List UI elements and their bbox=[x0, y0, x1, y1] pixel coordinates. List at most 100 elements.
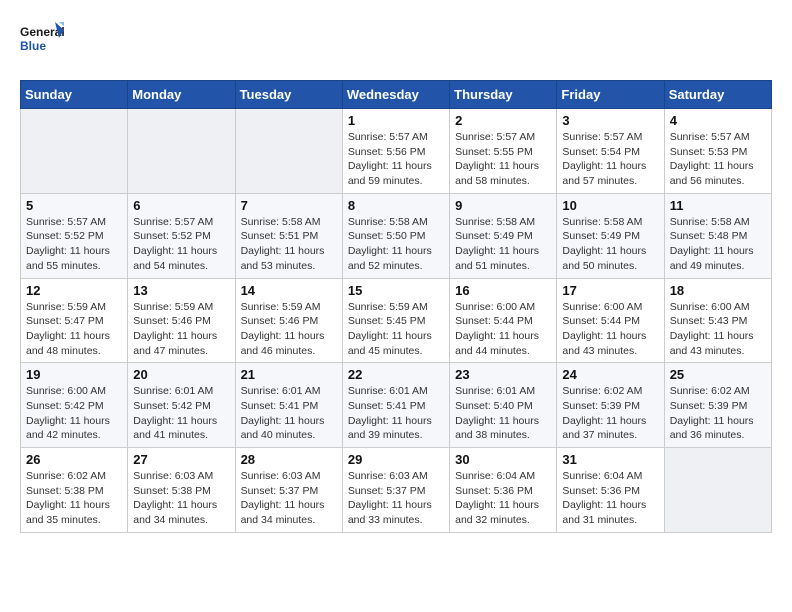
day-cell: 21 Sunrise: 6:01 AM Sunset: 5:41 PM Dayli… bbox=[235, 363, 342, 448]
day-cell: 1Sunrise: 5:57 AM Sunset: 5:56 PM Daylig… bbox=[342, 109, 449, 194]
day-info: Sunrise: 6:03 AM Sunset: 5:37 PM Dayligh… bbox=[241, 469, 337, 528]
day-number: 9 bbox=[455, 198, 551, 213]
day-number: 24 bbox=[562, 367, 658, 382]
day-info: Sunrise: 5:57 AM Sunset: 5:55 PM Dayligh… bbox=[455, 130, 551, 189]
day-cell: 17 Sunrise: 6:00 AM Sunset: 5:44 PM Dayli… bbox=[557, 278, 664, 363]
day-header-sunday: Sunday bbox=[21, 81, 128, 109]
day-cell: 27 Sunrise: 6:03 AM Sunset: 5:38 PM Dayli… bbox=[128, 448, 235, 533]
day-header-friday: Friday bbox=[557, 81, 664, 109]
day-cell: 16 Sunrise: 6:00 AM Sunset: 5:44 PM Dayli… bbox=[450, 278, 557, 363]
day-cell: 9 Sunrise: 5:58 AM Sunset: 5:49 PM Daylig… bbox=[450, 193, 557, 278]
day-info: Sunrise: 6:02 AM Sunset: 5:39 PM Dayligh… bbox=[562, 384, 658, 443]
day-cell: 14Sunrise: 5:59 AM Sunset: 5:46 PM Dayli… bbox=[235, 278, 342, 363]
day-cell: 22 Sunrise: 6:01 AM Sunset: 5:41 PM Dayli… bbox=[342, 363, 449, 448]
day-cell: 26 Sunrise: 6:02 AM Sunset: 5:38 PM Dayli… bbox=[21, 448, 128, 533]
day-info: Sunrise: 6:00 AM Sunset: 5:42 PM Dayligh… bbox=[26, 384, 122, 443]
day-info: Sunrise: 5:59 AM Sunset: 5:46 PM Dayligh… bbox=[241, 300, 337, 359]
day-cell bbox=[21, 109, 128, 194]
day-info: Sunrise: 5:58 AM Sunset: 5:51 PM Dayligh… bbox=[241, 215, 337, 274]
day-cell: 20 Sunrise: 6:01 AM Sunset: 5:42 PM Dayli… bbox=[128, 363, 235, 448]
day-info: Sunrise: 5:59 AM Sunset: 5:46 PM Dayligh… bbox=[133, 300, 229, 359]
day-number: 26 bbox=[26, 452, 122, 467]
week-row-2: 5Sunrise: 5:57 AM Sunset: 5:52 PM Daylig… bbox=[21, 193, 772, 278]
day-info: Sunrise: 5:57 AM Sunset: 5:52 PM Dayligh… bbox=[133, 215, 229, 274]
day-number: 12 bbox=[26, 283, 122, 298]
page-header: General Blue bbox=[20, 20, 772, 64]
day-number: 2 bbox=[455, 113, 551, 128]
day-cell: 25 Sunrise: 6:02 AM Sunset: 5:39 PM Dayli… bbox=[664, 363, 771, 448]
day-info: Sunrise: 6:00 AM Sunset: 5:44 PM Dayligh… bbox=[455, 300, 551, 359]
day-number: 20 bbox=[133, 367, 229, 382]
day-cell: 7 Sunrise: 5:58 AM Sunset: 5:51 PM Daylig… bbox=[235, 193, 342, 278]
day-info: Sunrise: 6:01 AM Sunset: 5:40 PM Dayligh… bbox=[455, 384, 551, 443]
day-info: Sunrise: 6:03 AM Sunset: 5:38 PM Dayligh… bbox=[133, 469, 229, 528]
day-info: Sunrise: 5:59 AM Sunset: 5:45 PM Dayligh… bbox=[348, 300, 444, 359]
day-cell: 23 Sunrise: 6:01 AM Sunset: 5:40 PM Dayli… bbox=[450, 363, 557, 448]
day-number: 4 bbox=[670, 113, 766, 128]
day-info: Sunrise: 5:59 AM Sunset: 5:47 PM Dayligh… bbox=[26, 300, 122, 359]
day-header-tuesday: Tuesday bbox=[235, 81, 342, 109]
day-info: Sunrise: 5:57 AM Sunset: 5:52 PM Dayligh… bbox=[26, 215, 122, 274]
week-row-5: 26 Sunrise: 6:02 AM Sunset: 5:38 PM Dayli… bbox=[21, 448, 772, 533]
day-number: 10 bbox=[562, 198, 658, 213]
day-info: Sunrise: 6:03 AM Sunset: 5:37 PM Dayligh… bbox=[348, 469, 444, 528]
svg-text:Blue: Blue bbox=[20, 39, 46, 53]
day-info: Sunrise: 6:02 AM Sunset: 5:39 PM Dayligh… bbox=[670, 384, 766, 443]
day-info: Sunrise: 6:01 AM Sunset: 5:41 PM Dayligh… bbox=[241, 384, 337, 443]
day-info: Sunrise: 5:58 AM Sunset: 5:49 PM Dayligh… bbox=[562, 215, 658, 274]
week-row-1: 1Sunrise: 5:57 AM Sunset: 5:56 PM Daylig… bbox=[21, 109, 772, 194]
day-number: 23 bbox=[455, 367, 551, 382]
logo-svg: General Blue bbox=[20, 20, 64, 64]
day-number: 18 bbox=[670, 283, 766, 298]
day-number: 21 bbox=[241, 367, 337, 382]
day-info: Sunrise: 6:02 AM Sunset: 5:38 PM Dayligh… bbox=[26, 469, 122, 528]
day-cell: 6Sunrise: 5:57 AM Sunset: 5:52 PM Daylig… bbox=[128, 193, 235, 278]
day-cell: 11 Sunrise: 5:58 AM Sunset: 5:48 PM Dayli… bbox=[664, 193, 771, 278]
day-number: 27 bbox=[133, 452, 229, 467]
day-info: Sunrise: 6:01 AM Sunset: 5:42 PM Dayligh… bbox=[133, 384, 229, 443]
day-cell: 29 Sunrise: 6:03 AM Sunset: 5:37 PM Dayli… bbox=[342, 448, 449, 533]
day-number: 16 bbox=[455, 283, 551, 298]
week-row-3: 12 Sunrise: 5:59 AM Sunset: 5:47 PM Dayli… bbox=[21, 278, 772, 363]
day-cell bbox=[235, 109, 342, 194]
day-number: 7 bbox=[241, 198, 337, 213]
day-cell: 19Sunrise: 6:00 AM Sunset: 5:42 PM Dayli… bbox=[21, 363, 128, 448]
header-row: SundayMondayTuesdayWednesdayThursdayFrid… bbox=[21, 81, 772, 109]
day-info: Sunrise: 5:57 AM Sunset: 5:56 PM Dayligh… bbox=[348, 130, 444, 189]
day-info: Sunrise: 5:58 AM Sunset: 5:48 PM Dayligh… bbox=[670, 215, 766, 274]
day-info: Sunrise: 6:04 AM Sunset: 5:36 PM Dayligh… bbox=[455, 469, 551, 528]
day-number: 25 bbox=[670, 367, 766, 382]
day-cell: 24 Sunrise: 6:02 AM Sunset: 5:39 PM Dayli… bbox=[557, 363, 664, 448]
day-header-saturday: Saturday bbox=[664, 81, 771, 109]
day-number: 29 bbox=[348, 452, 444, 467]
day-header-thursday: Thursday bbox=[450, 81, 557, 109]
day-number: 28 bbox=[241, 452, 337, 467]
day-info: Sunrise: 6:01 AM Sunset: 5:41 PM Dayligh… bbox=[348, 384, 444, 443]
calendar-table: SundayMondayTuesdayWednesdayThursdayFrid… bbox=[20, 80, 772, 533]
day-cell: 13 Sunrise: 5:59 AM Sunset: 5:46 PM Dayli… bbox=[128, 278, 235, 363]
logo: General Blue bbox=[20, 20, 64, 64]
day-cell: 12 Sunrise: 5:59 AM Sunset: 5:47 PM Dayli… bbox=[21, 278, 128, 363]
day-cell: 28 Sunrise: 6:03 AM Sunset: 5:37 PM Dayli… bbox=[235, 448, 342, 533]
day-number: 13 bbox=[133, 283, 229, 298]
day-number: 17 bbox=[562, 283, 658, 298]
day-cell: 31Sunrise: 6:04 AM Sunset: 5:36 PM Dayli… bbox=[557, 448, 664, 533]
day-header-monday: Monday bbox=[128, 81, 235, 109]
day-info: Sunrise: 6:00 AM Sunset: 5:44 PM Dayligh… bbox=[562, 300, 658, 359]
day-number: 11 bbox=[670, 198, 766, 213]
day-info: Sunrise: 5:58 AM Sunset: 5:49 PM Dayligh… bbox=[455, 215, 551, 274]
day-info: Sunrise: 6:04 AM Sunset: 5:36 PM Dayligh… bbox=[562, 469, 658, 528]
day-info: Sunrise: 6:00 AM Sunset: 5:43 PM Dayligh… bbox=[670, 300, 766, 359]
day-cell bbox=[664, 448, 771, 533]
day-cell bbox=[128, 109, 235, 194]
day-cell: 4Sunrise: 5:57 AM Sunset: 5:53 PM Daylig… bbox=[664, 109, 771, 194]
week-row-4: 19Sunrise: 6:00 AM Sunset: 5:42 PM Dayli… bbox=[21, 363, 772, 448]
day-number: 3 bbox=[562, 113, 658, 128]
day-number: 22 bbox=[348, 367, 444, 382]
day-info: Sunrise: 5:58 AM Sunset: 5:50 PM Dayligh… bbox=[348, 215, 444, 274]
day-number: 8 bbox=[348, 198, 444, 213]
day-cell: 2 Sunrise: 5:57 AM Sunset: 5:55 PM Daylig… bbox=[450, 109, 557, 194]
day-cell: 30Sunrise: 6:04 AM Sunset: 5:36 PM Dayli… bbox=[450, 448, 557, 533]
day-cell: 15 Sunrise: 5:59 AM Sunset: 5:45 PM Dayli… bbox=[342, 278, 449, 363]
day-number: 15 bbox=[348, 283, 444, 298]
